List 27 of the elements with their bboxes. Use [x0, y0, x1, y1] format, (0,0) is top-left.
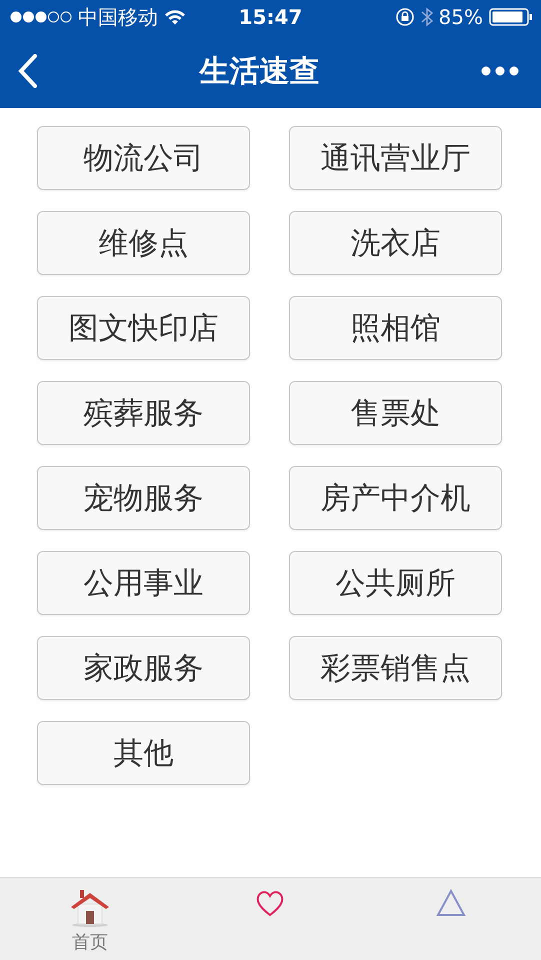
- battery-percent: 85%: [438, 5, 483, 29]
- battery-icon: [489, 7, 533, 27]
- carrier-name: 中国移动: [78, 4, 158, 30]
- category-button[interactable]: 殡葬服务: [37, 381, 250, 445]
- wifi-icon: [164, 9, 186, 25]
- category-button[interactable]: 物流公司: [37, 126, 250, 190]
- category-button[interactable]: 图文快印店: [37, 296, 250, 360]
- status-time: 15:47: [238, 5, 302, 29]
- category-button[interactable]: 公用事业: [37, 551, 250, 615]
- category-button[interactable]: 其他: [37, 721, 250, 785]
- category-button[interactable]: 洗衣店: [289, 211, 502, 275]
- category-button[interactable]: 维修点: [37, 211, 250, 275]
- category-button[interactable]: 售票处: [289, 381, 502, 445]
- category-button[interactable]: 家政服务: [37, 636, 250, 700]
- more-icon[interactable]: [481, 66, 519, 76]
- category-button[interactable]: 照相馆: [289, 296, 502, 360]
- category-button[interactable]: 彩票销售点: [289, 636, 502, 700]
- back-icon[interactable]: [18, 54, 38, 88]
- tab-label: 首页: [72, 931, 108, 954]
- category-button[interactable]: 公共厕所: [289, 551, 502, 615]
- category-button[interactable]: 宠物服务: [37, 466, 250, 530]
- signal-icon: [10, 10, 72, 24]
- category-button[interactable]: 通讯营业厅: [289, 126, 502, 190]
- bluetooth-icon: [420, 7, 433, 27]
- page-title: 生活速查: [200, 52, 320, 90]
- category-button[interactable]: 房产中介机: [289, 466, 502, 530]
- rotation-lock-icon: [394, 7, 415, 27]
